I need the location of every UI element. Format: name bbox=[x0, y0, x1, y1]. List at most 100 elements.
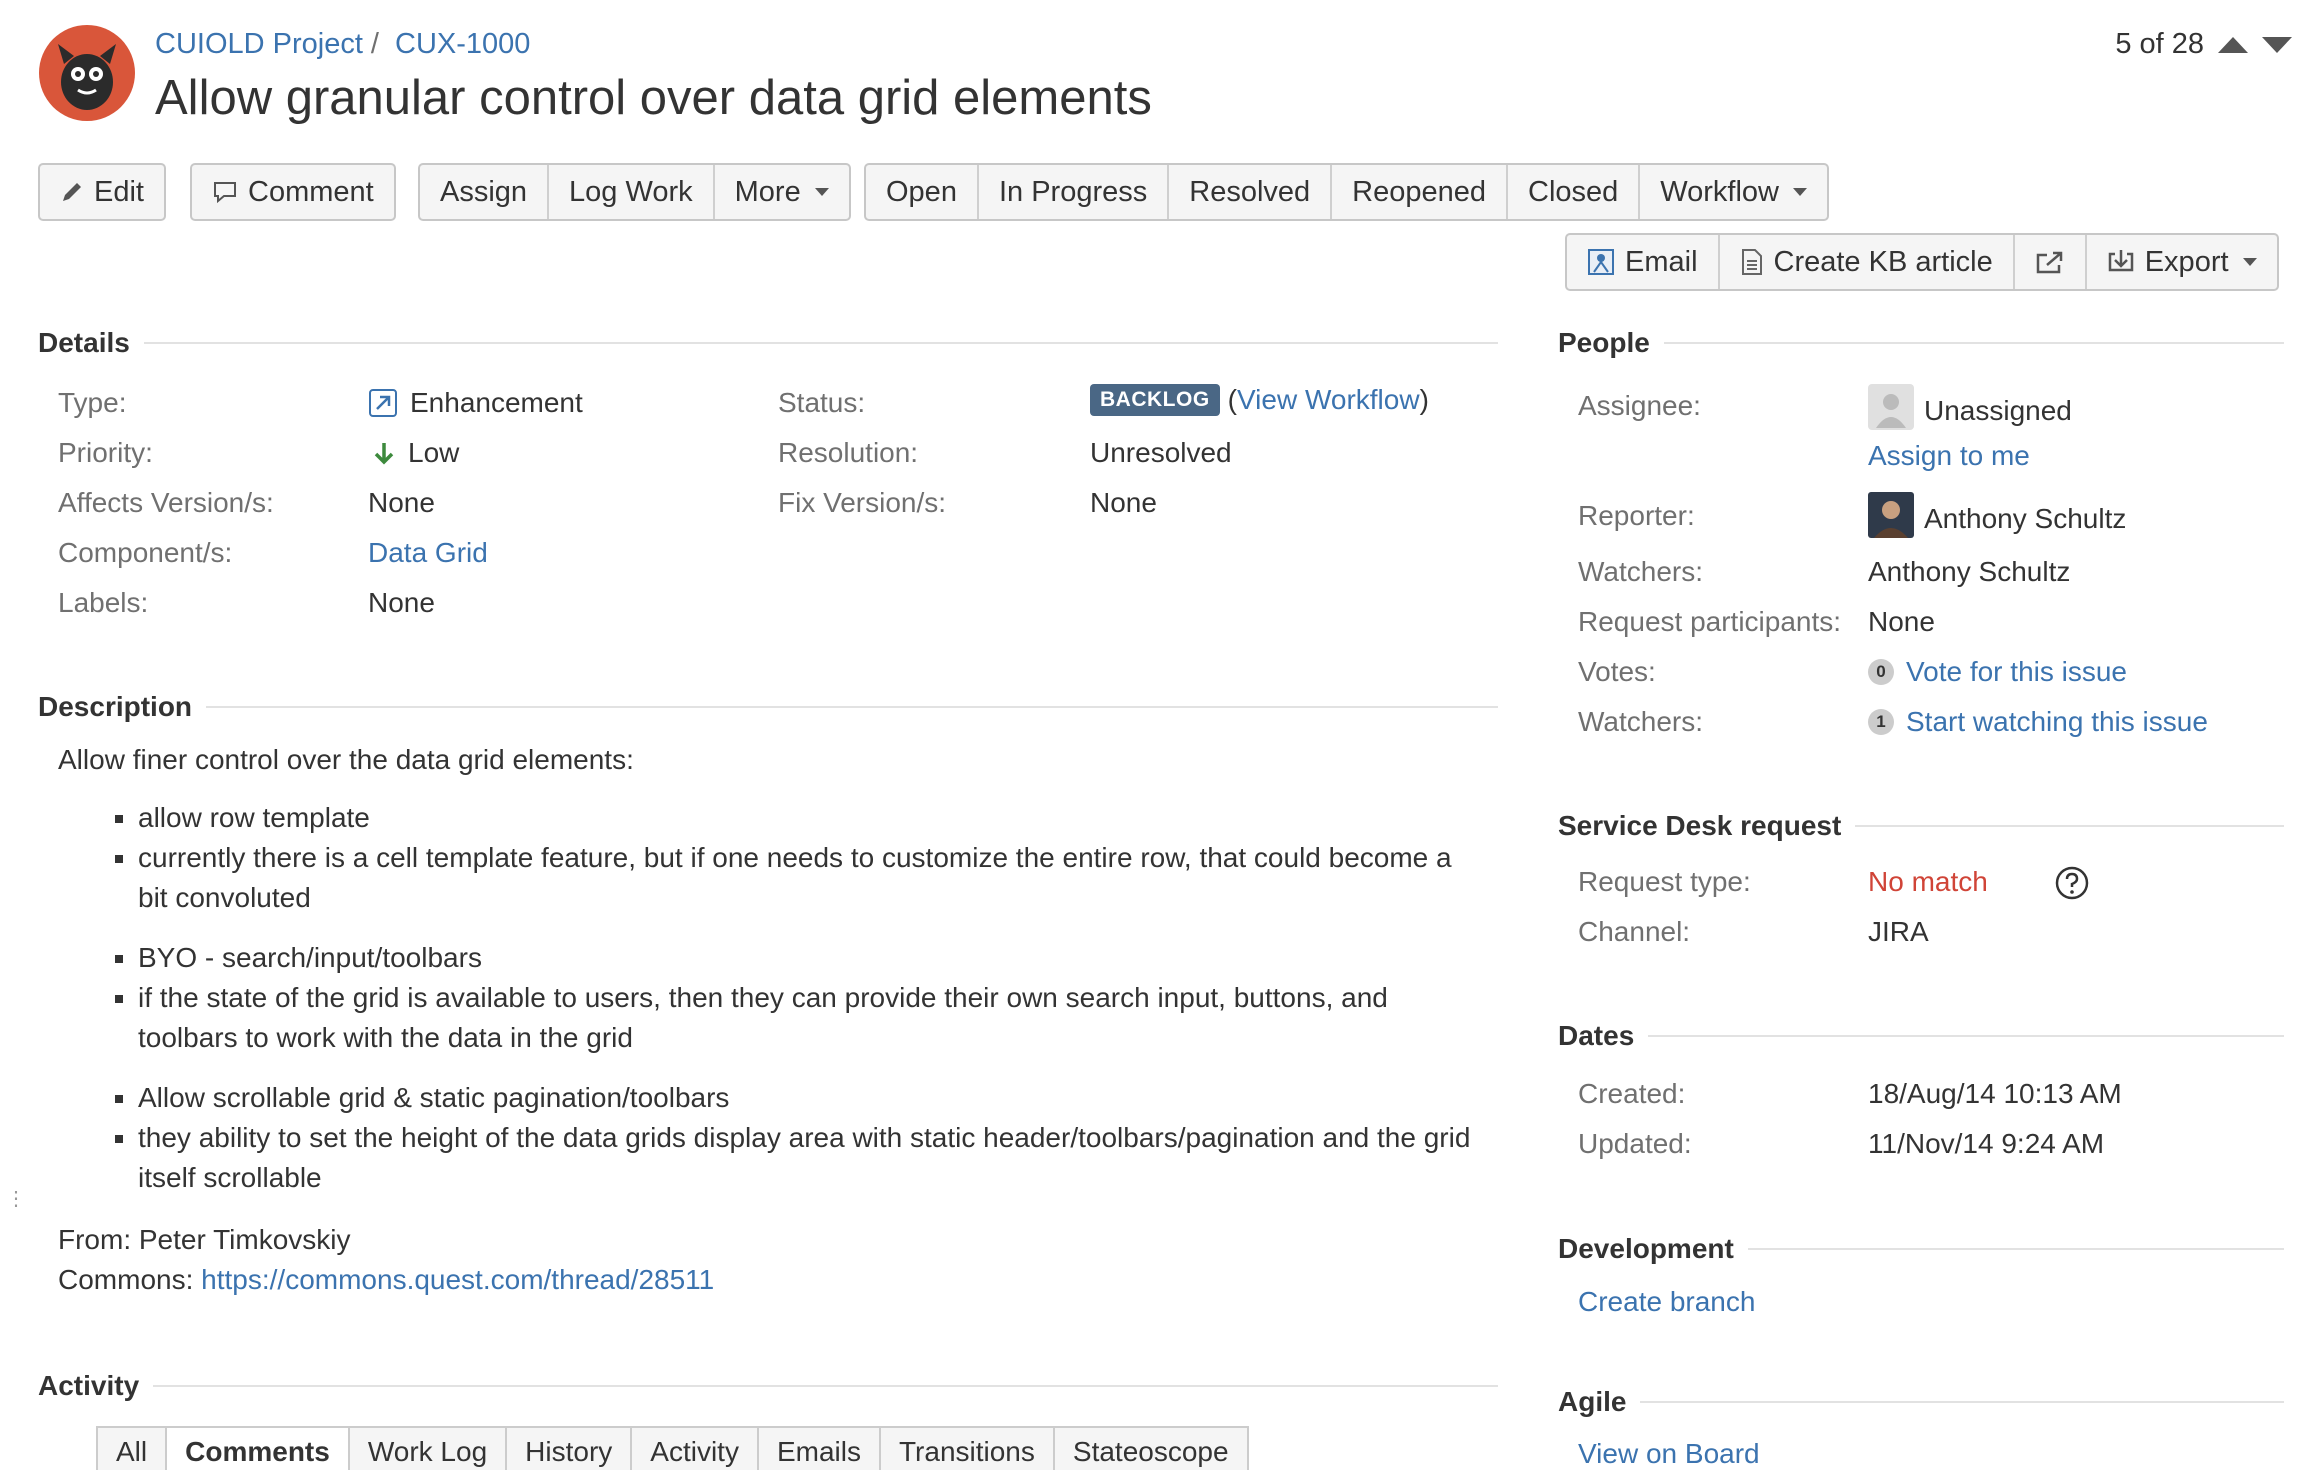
assignee-value[interactable]: Unassigned bbox=[1868, 384, 2072, 437]
description-section-header[interactable]: Description bbox=[38, 691, 1498, 723]
edit-button[interactable]: Edit bbox=[40, 165, 164, 219]
section-divider bbox=[1663, 342, 2284, 344]
view-workflow-link[interactable]: View Workflow bbox=[1237, 384, 1420, 415]
description-commons: Commons: https://commons.quest.com/threa… bbox=[58, 1264, 714, 1296]
closed-transition-button[interactable]: Closed bbox=[1506, 165, 1638, 219]
service-desk-section-header[interactable]: Service Desk request bbox=[1558, 810, 2284, 842]
commons-thread-link[interactable]: https://commons.quest.com/thread/28511 bbox=[201, 1264, 714, 1295]
priority-text: Low bbox=[408, 437, 460, 468]
labels-value[interactable]: None bbox=[368, 587, 435, 619]
description-from: From: Peter Timkovskiy bbox=[58, 1224, 351, 1255]
fix-versions-value: None bbox=[1090, 487, 1157, 518]
description-intro: Allow finer control over the data grid e… bbox=[58, 744, 634, 775]
assign-button[interactable]: Assign bbox=[420, 165, 547, 219]
list-item: allow row template bbox=[138, 798, 1488, 838]
help-icon[interactable] bbox=[2055, 866, 2089, 905]
section-divider bbox=[143, 342, 1498, 344]
previous-issue-arrow-icon[interactable] bbox=[2218, 36, 2248, 53]
view-on-board-link[interactable]: View on Board bbox=[1578, 1438, 1760, 1470]
speech-bubble-icon bbox=[212, 179, 238, 205]
share-group: Email Create KB article Export bbox=[1565, 233, 2279, 291]
activity-section-header[interactable]: Activity bbox=[38, 1370, 1498, 1402]
export-label: Export bbox=[2144, 245, 2229, 278]
breadcrumb-issue-key-link[interactable]: CUX-1000 bbox=[395, 28, 530, 60]
activity-tabs: All Comments Work Log History Activity E… bbox=[96, 1426, 1249, 1470]
resize-grip-icon[interactable]: ⋮ bbox=[6, 1189, 26, 1209]
details-heading: Details bbox=[38, 327, 130, 358]
resolution-label: Resolution: bbox=[778, 437, 919, 468]
component-link[interactable]: Data Grid bbox=[368, 537, 488, 569]
document-icon bbox=[1740, 248, 1764, 276]
watch-count-badge: 1 bbox=[1868, 709, 1894, 735]
assign-to-me-link[interactable]: Assign to me bbox=[1868, 440, 2030, 472]
reporter-label: Reporter: bbox=[1578, 500, 1695, 531]
labels-label: Labels: bbox=[58, 587, 149, 618]
resolved-transition-button[interactable]: Resolved bbox=[1167, 165, 1330, 219]
comment-button[interactable]: Comment bbox=[192, 165, 394, 219]
chevron-down-icon bbox=[2242, 258, 2257, 266]
reporter-value[interactable]: Anthony Schultz bbox=[1868, 492, 2126, 545]
workflow-label: Workflow bbox=[1660, 175, 1779, 208]
actions-group: Assign Log Work More bbox=[418, 163, 851, 221]
avatar bbox=[1868, 492, 1914, 545]
pager-count: 5 of 28 bbox=[2115, 28, 2204, 60]
section-divider bbox=[206, 706, 1498, 708]
more-label: More bbox=[734, 175, 801, 208]
resolution-value: Unresolved bbox=[1090, 437, 1232, 468]
request-participants-label: Request participants: bbox=[1578, 606, 1842, 637]
breadcrumb: CUIOLD Project / CUX-1000 bbox=[155, 28, 530, 61]
project-avatar[interactable] bbox=[38, 24, 136, 122]
fix-versions-label: Fix Version/s: bbox=[778, 487, 947, 518]
development-heading: Development bbox=[1558, 1233, 1734, 1264]
activity-heading: Activity bbox=[38, 1370, 140, 1401]
workflow-group: Open In Progress Resolved Reopened Close… bbox=[864, 163, 1829, 221]
share-button[interactable] bbox=[2012, 235, 2085, 289]
details-section-header[interactable]: Details bbox=[38, 327, 1498, 359]
dates-heading: Dates bbox=[1558, 1020, 1635, 1051]
agile-section-header[interactable]: Agile bbox=[1558, 1386, 2284, 1418]
description-list: Allow scrollable grid & static paginatio… bbox=[100, 1078, 1488, 1198]
create-kb-article-button[interactable]: Create KB article bbox=[1717, 235, 2013, 289]
email-button[interactable]: Email bbox=[1567, 235, 1718, 289]
type-text: Enhancement bbox=[410, 387, 583, 418]
people-heading: People bbox=[1558, 327, 1650, 358]
updated-value: 11/Nov/14 9:24 AM bbox=[1868, 1128, 2105, 1159]
type-value: Enhancement bbox=[368, 387, 583, 419]
open-transition-button[interactable]: Open bbox=[866, 165, 977, 219]
in-progress-transition-button[interactable]: In Progress bbox=[976, 165, 1167, 219]
request-type-value: No match bbox=[1868, 866, 1988, 897]
create-branch-link[interactable]: Create branch bbox=[1578, 1286, 1755, 1318]
reporter-text: Anthony Schultz bbox=[1924, 502, 2127, 534]
people-section-header[interactable]: People bbox=[1558, 327, 2284, 359]
affects-versions-label: Affects Version/s: bbox=[58, 487, 274, 518]
next-issue-arrow-icon[interactable] bbox=[2262, 36, 2292, 53]
comment-label: Comment bbox=[248, 175, 374, 208]
vote-link[interactable]: Vote for this issue bbox=[1906, 656, 2127, 688]
log-work-button[interactable]: Log Work bbox=[547, 165, 713, 219]
status-label: Status: bbox=[778, 387, 866, 418]
issue-title[interactable]: Allow granular control over data grid el… bbox=[155, 70, 1152, 126]
share-icon bbox=[2035, 249, 2065, 275]
dates-section-header[interactable]: Dates bbox=[1558, 1020, 2284, 1052]
workflow-button[interactable]: Workflow bbox=[1638, 165, 1827, 219]
edit-group: Edit bbox=[38, 163, 166, 221]
list-item: if the state of the grid is available to… bbox=[138, 978, 1488, 1058]
description-heading: Description bbox=[38, 691, 193, 722]
list-item: currently there is a cell template featu… bbox=[138, 838, 1488, 918]
email-label: Email bbox=[1625, 245, 1698, 278]
export-button[interactable]: Export bbox=[2084, 235, 2277, 289]
section-divider bbox=[153, 1385, 1498, 1387]
section-divider bbox=[1648, 1035, 2284, 1037]
request-type-label: Request type: bbox=[1578, 866, 1751, 897]
paren-open: ( bbox=[1227, 384, 1237, 415]
assignee-label: Assignee: bbox=[1578, 390, 1701, 421]
more-button[interactable]: More bbox=[712, 165, 849, 219]
watch-link[interactable]: Start watching this issue bbox=[1906, 706, 2208, 738]
service-desk-heading: Service Desk request bbox=[1558, 810, 1842, 841]
request-participants-value: None bbox=[1868, 606, 1935, 637]
breadcrumb-project-link[interactable]: CUIOLD Project bbox=[155, 28, 363, 60]
development-section-header[interactable]: Development bbox=[1558, 1233, 2284, 1265]
create-kb-article-label: Create KB article bbox=[1773, 245, 1993, 278]
reopened-transition-button[interactable]: Reopened bbox=[1330, 165, 1506, 219]
components-label: Component/s: bbox=[58, 537, 233, 568]
